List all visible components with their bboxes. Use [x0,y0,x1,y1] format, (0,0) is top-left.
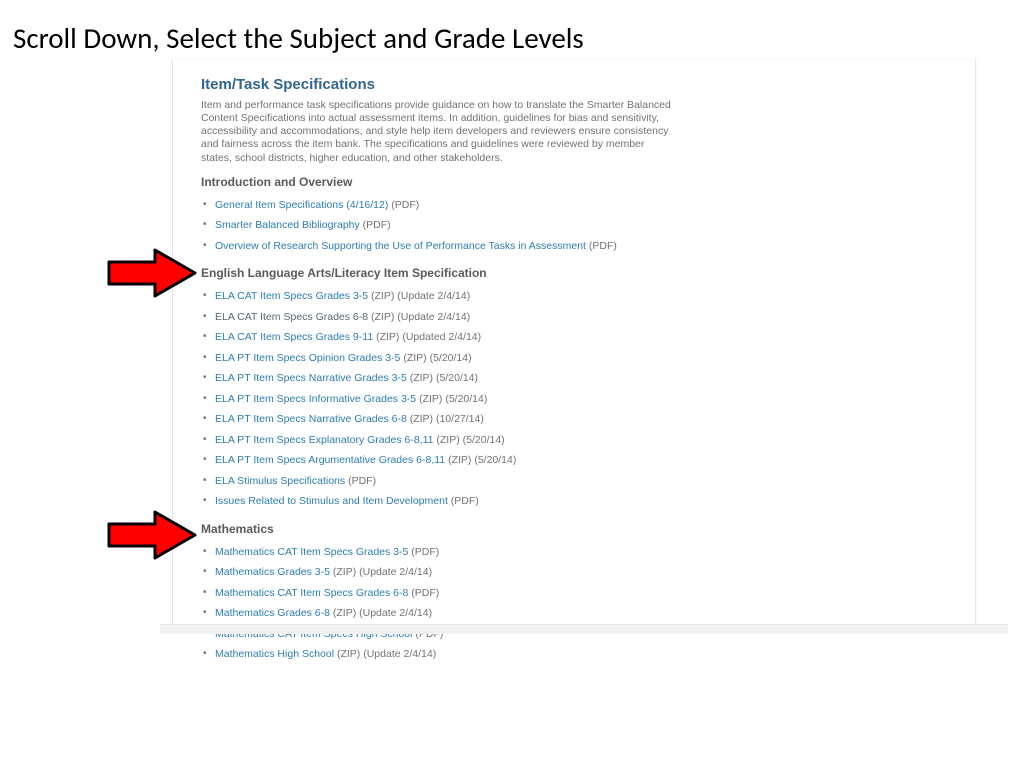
link-suffix: (ZIP) (5/20/14) [416,393,487,405]
link-list: ELA CAT Item Specs Grades 3-5 (ZIP) (Upd… [201,286,945,512]
resource-link[interactable]: ELA PT Item Specs Informative Grades 3-5 [215,393,416,405]
list-item: Mathematics High School (ZIP) (Update 2/… [215,644,945,665]
resource-link[interactable]: Mathematics Grades 6-8 [215,607,330,619]
card-intro: Item and performance task specifications… [201,99,671,165]
card-title: Item/Task Specifications [201,76,945,93]
section-heading: Introduction and Overview [201,175,945,189]
list-item: General Item Specifications (4/16/12) (P… [215,195,945,216]
resource-link[interactable]: ELA PT Item Specs Narrative Grades 6-8 [215,413,407,425]
list-item: ELA CAT Item Specs Grades 9-11 (ZIP) (Up… [215,327,945,348]
resource-link[interactable]: ELA PT Item Specs Argumentative Grades 6… [215,454,445,466]
resource-link[interactable]: Smarter Balanced Bibliography [215,219,360,231]
list-item: ELA PT Item Specs Narrative Grades 6-8 (… [215,409,945,430]
link-suffix: (ZIP) (Updated 2/4/14) [373,331,481,343]
link-suffix: (ZIP) (Update 2/4/14) [330,607,432,619]
slide-stage: Scroll Down, Select the Subject and Grad… [0,0,1024,768]
list-item: ELA PT Item Specs Explanatory Grades 6-8… [215,430,945,451]
link-suffix: (PDF) [360,219,391,231]
list-item: ELA CAT Item Specs Grades 3-5 (ZIP) (Upd… [215,286,945,307]
list-item: ELA Stimulus Specifications (PDF) [215,471,945,492]
link-list: Mathematics CAT Item Specs Grades 3-5 (P… [201,542,945,665]
link-suffix: (PDF) [586,240,617,252]
list-item: Issues Related to Stimulus and Item Deve… [215,491,945,512]
section-heading: English Language Arts/Literacy Item Spec… [201,266,945,280]
list-item: ELA PT Item Specs Informative Grades 3-5… [215,389,945,410]
resource-link[interactable]: ELA CAT Item Specs Grades 9-11 [215,331,373,343]
resource-link[interactable]: General Item Specifications (4/16/12) [215,199,388,211]
link-suffix: (PDF) [408,546,439,558]
list-item: Mathematics Grades 3-5 (ZIP) (Update 2/4… [215,562,945,583]
link-suffix: (PDF) [345,475,376,487]
list-item: Smarter Balanced Bibliography (PDF) [215,215,945,236]
list-item: ELA CAT Item Specs Grades 6-8 (ZIP) (Upd… [215,307,945,328]
resource-link[interactable]: ELA PT Item Specs Opinion Grades 3-5 [215,352,400,364]
resource-link[interactable]: ELA Stimulus Specifications [215,475,345,487]
content-card: Item/Task Specifications Item and perfor… [172,60,976,630]
link-suffix: (ZIP) (Update 2/4/14) [334,648,436,660]
list-item: Mathematics CAT Item Specs Grades 3-5 (P… [215,542,945,563]
link-suffix: (PDF) [388,199,419,211]
footer-bar [160,624,1008,634]
link-suffix: (ZIP) (Update 2/4/14) [368,311,470,323]
resource-link[interactable]: Mathematics Grades 3-5 [215,566,330,578]
list-item: ELA PT Item Specs Argumentative Grades 6… [215,450,945,471]
link-suffix: (ZIP) (5/20/14) [445,454,516,466]
resource-link[interactable]: Mathematics High School [215,648,334,660]
resource-link[interactable]: Mathematics CAT Item Specs Grades 3-5 [215,546,408,558]
resource-link[interactable]: Issues Related to Stimulus and Item Deve… [215,495,448,507]
resource-link[interactable]: Mathematics CAT Item Specs Grades 6-8 [215,587,408,599]
resource-link[interactable]: ELA CAT Item Specs Grades 6-8 [215,311,368,323]
link-suffix: (ZIP) (Update 2/4/14) [330,566,432,578]
list-item: Overview of Research Supporting the Use … [215,236,945,257]
resource-link[interactable]: ELA PT Item Specs Narrative Grades 3-5 [215,372,407,384]
list-item: Mathematics CAT Item Specs Grades 6-8 (P… [215,583,945,604]
resource-link[interactable]: ELA CAT Item Specs Grades 3-5 [215,290,368,302]
list-item: ELA PT Item Specs Opinion Grades 3-5 (ZI… [215,348,945,369]
resource-link[interactable]: Overview of Research Supporting the Use … [215,240,586,252]
list-item: Mathematics Grades 6-8 (ZIP) (Update 2/4… [215,603,945,624]
link-suffix: (ZIP) (5/20/14) [400,352,471,364]
slide-title: Scroll Down, Select the Subject and Grad… [13,20,584,56]
link-list: General Item Specifications (4/16/12) (P… [201,195,945,257]
link-suffix: (ZIP) (Update 2/4/14) [368,290,470,302]
resource-link[interactable]: ELA PT Item Specs Explanatory Grades 6-8… [215,434,433,446]
link-suffix: (PDF) [408,587,439,599]
section-heading: Mathematics [201,522,945,536]
sections: Introduction and Overview General Item Sp… [201,175,945,665]
link-suffix: (ZIP) (10/27/14) [407,413,484,425]
link-suffix: (PDF) [448,495,479,507]
link-suffix: (ZIP) (5/20/14) [433,434,504,446]
list-item: ELA PT Item Specs Narrative Grades 3-5 (… [215,368,945,389]
link-suffix: (ZIP) (5/20/14) [407,372,478,384]
